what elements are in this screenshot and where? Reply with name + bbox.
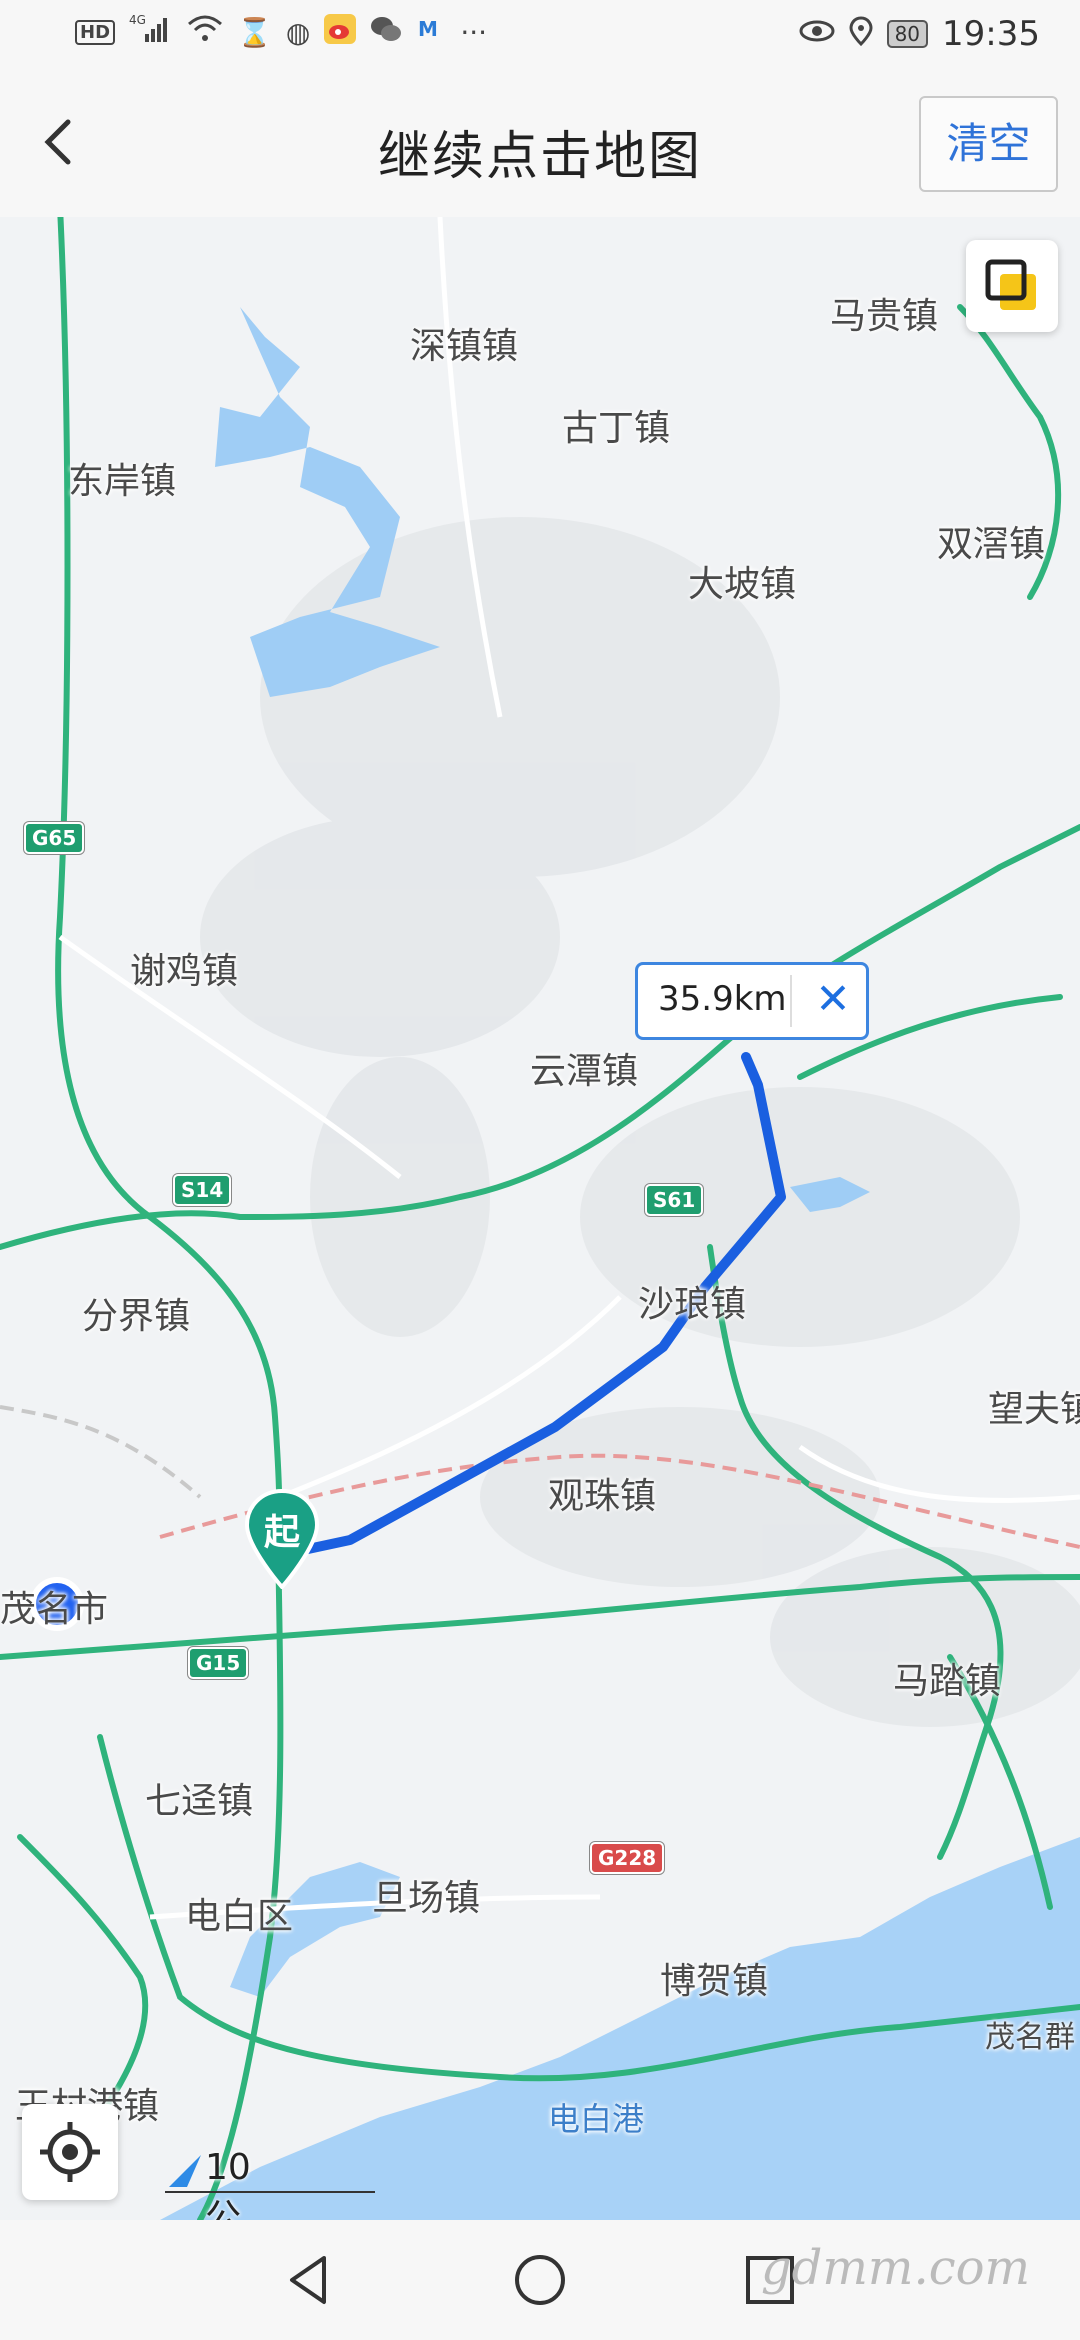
system-nav-bar: gdmm.com (0, 2220, 1080, 2340)
hd-icon: HD (75, 20, 116, 45)
place-label: 茂名群 (985, 2020, 1075, 2055)
signal-4g-icon: 4G (129, 13, 173, 51)
highway-shield: S14 (173, 1174, 232, 1206)
place-label: 东岸镇 (68, 461, 177, 502)
nav-back-button[interactable] (280, 2250, 340, 2310)
reservoir (215, 307, 440, 697)
distance-value: 35.9km (658, 979, 787, 1019)
clock: 19:35 (942, 14, 1040, 54)
distance-popup: 35.9km ✕ (635, 962, 869, 1040)
clear-button[interactable]: 清空 (919, 96, 1058, 192)
weibo-icon (324, 14, 357, 51)
hourglass-icon: ⌛ (237, 16, 272, 49)
app-icon: ◍ (285, 16, 311, 49)
triangle-back-icon (290, 2256, 326, 2304)
water-label: 电白港 (548, 2100, 645, 2138)
more-icon: ··· (460, 16, 488, 49)
wechat-icon (370, 14, 402, 51)
eye-icon (799, 17, 835, 52)
place-label: 旦场镇 (372, 1878, 481, 1919)
highway-shield: G65 (24, 822, 85, 854)
svg-text:4G: 4G (129, 14, 146, 27)
battery-icon: 80 (886, 20, 929, 48)
place-label: 大坡镇 (688, 564, 797, 605)
status-bar: HD 4G ⌛ ◍ M ··· 80 19:35 (0, 0, 1080, 72)
place-label: 云潭镇 (530, 1051, 639, 1092)
divider (790, 975, 792, 1027)
crosshair-icon (40, 2122, 100, 2182)
place-label: 博贺镇 (660, 1961, 769, 2002)
layers-button[interactable] (966, 240, 1058, 332)
map-canvas (0, 217, 1080, 2220)
status-icons-right: 80 19:35 (799, 14, 1040, 54)
place-label: 分界镇 (82, 1296, 191, 1337)
place-label: 马踏镇 (893, 1661, 1002, 1702)
layers-icon (985, 259, 1036, 310)
locate-button[interactable] (22, 2104, 118, 2200)
close-icon[interactable]: ✕ (808, 971, 858, 1027)
status-icons-left: HD 4G ⌛ ◍ M ··· (75, 13, 488, 51)
start-marker: 起 (243, 1489, 321, 1589)
place-label-city: 茂名市 (0, 1589, 109, 1630)
scale-bar (165, 2191, 375, 2193)
place-label: 望夫镇 (988, 1389, 1080, 1430)
svg-text:M: M (418, 17, 438, 41)
railway (0, 1405, 202, 1499)
highway-shield: G15 (188, 1647, 249, 1679)
place-label: 谢鸡镇 (130, 951, 239, 992)
highway-shield: S61 (645, 1184, 704, 1216)
nav-home-button[interactable] (510, 2250, 570, 2310)
m-app-icon: M (416, 14, 446, 51)
start-label: 起 (263, 1512, 300, 1553)
page-title: 继续点击地图 (377, 127, 702, 187)
place-label: 七迳镇 (145, 1781, 254, 1822)
watermark: gdmm.com (760, 2240, 1030, 2296)
place-label: 沙琅镇 (638, 1284, 747, 1325)
header: 继续点击地图 清空 (0, 72, 1080, 218)
location-icon (849, 15, 873, 53)
compass-arrow-icon (169, 2155, 201, 2187)
place-label: 古丁镇 (562, 408, 671, 449)
scale-label: 10公里 (205, 2147, 251, 2220)
place-label: 马贵镇 (830, 296, 939, 337)
map-view[interactable]: 深镇镇 古丁镇 马贵镇 东岸镇 双滘镇 大坡镇 谢鸡镇 云潭镇 分界镇 沙琅镇 … (0, 217, 1080, 2220)
place-label: 观珠镇 (548, 1476, 657, 1517)
place-label: 双滘镇 (937, 524, 1046, 565)
place-label: 深镇镇 (410, 326, 519, 367)
highway-shield: G228 (590, 1842, 665, 1874)
wifi-icon (187, 14, 223, 51)
place-label: 电白区 (185, 1896, 294, 1937)
circle-home-icon (515, 2255, 565, 2305)
